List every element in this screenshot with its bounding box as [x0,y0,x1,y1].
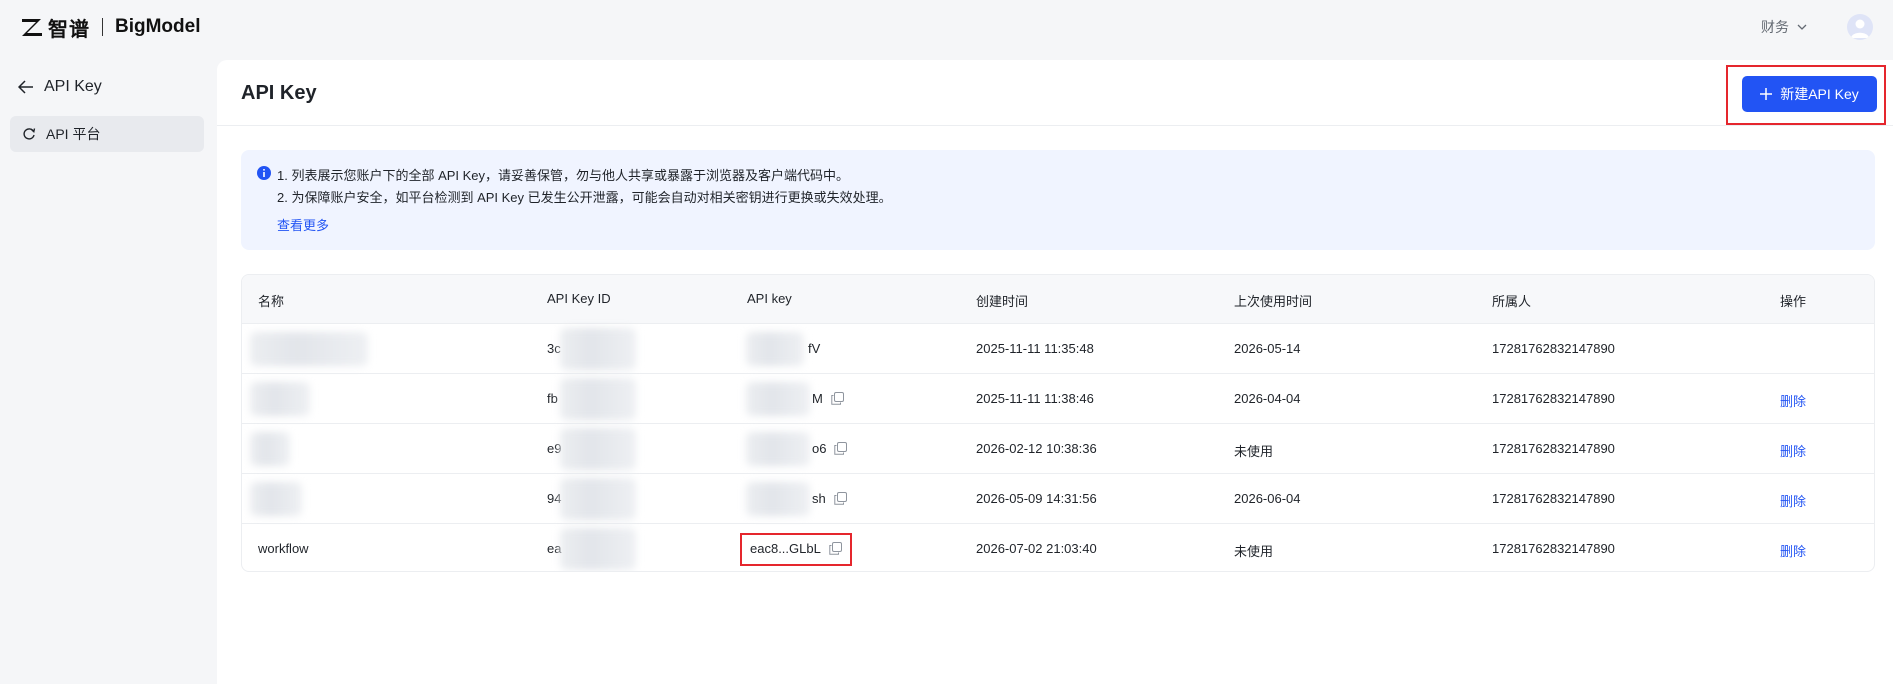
new-api-key-label: 新建API Key [1780,86,1859,102]
cell-created: 2025-11-11 11:35:48 [976,341,1094,356]
refresh-icon [23,128,36,140]
chevron-down-icon [1797,24,1807,30]
header-owner: 所属人 [1492,294,1532,309]
header-actions: 操作 [1780,294,1807,309]
brand-divider [102,18,103,36]
cell-api-key: eac8...GLbL [750,541,842,556]
redacted-api-key [746,432,810,466]
redacted-name [250,432,290,466]
arrow-left-icon [18,80,33,94]
redacted-key-id [560,528,636,570]
api-key-table: 名称 API Key ID API key 创建时间 上次使用时间 所属人 操作… [241,274,1875,572]
user-avatar[interactable] [1847,14,1873,40]
redacted-key-id [560,478,636,520]
sidebar-item-api-platform[interactable]: API 平台 [10,116,204,152]
sidebar-item-label: API 平台 [46,126,101,142]
cell-created: 2026-07-02 21:03:40 [976,541,1097,556]
cell-last-used: 未使用 [1234,544,1274,559]
finance-menu[interactable]: 财务 [1761,17,1807,37]
header-created: 创建时间 [976,294,1029,309]
cell-key-id: 3c [547,341,561,356]
plus-icon [1760,88,1773,100]
redacted-api-key [746,382,810,416]
new-button-highlight: 新建API Key [1726,65,1886,125]
delete-link[interactable]: 删除 [1780,491,1806,510]
redacted-api-key [746,482,810,516]
cell-last-used: 未使用 [1234,444,1274,459]
cell-api-key: o6 [812,441,848,456]
header-name: 名称 [258,294,285,309]
main-panel: API Key 新建API Key 1. 列表展示您账户下的全部 API Key… [217,60,1893,684]
copy-icon[interactable] [834,492,847,505]
finance-label: 财务 [1761,19,1789,35]
cell-api-key: M [812,391,844,406]
back-to-api-key[interactable]: API Key [18,78,102,96]
redacted-api-key [746,332,804,366]
new-api-key-button[interactable]: 新建API Key [1742,76,1877,112]
cell-name: workflow [258,541,309,556]
cell-created: 2026-02-12 10:38:36 [976,441,1097,456]
header-key-id: API Key ID [547,291,611,306]
header-api-key: API key [747,291,792,306]
api-key-text: o6 [812,441,827,456]
page-title: API Key [241,82,317,104]
page-header: API Key 新建API Key [217,60,1893,126]
table-header: 名称 API Key ID API key 创建时间 上次使用时间 所属人 操作 [242,275,1874,324]
zhipu-logo-icon [20,15,44,39]
brand-en-name: BigModel [115,16,201,37]
table-row: fb M 2025-11-11 11:38:46 2026-04-04 1728… [242,374,1874,424]
brand-cn-name: 智谱 [48,18,90,41]
user-icon [1851,19,1869,38]
delete-link[interactable]: 删除 [1780,541,1806,560]
table-row: 94 sh 2026-05-09 14:31:56 2026-06-04 172… [242,474,1874,524]
delete-link[interactable]: 删除 [1780,391,1806,410]
brand-logo[interactable]: 智谱 BigModel [20,0,201,54]
redacted-key-id [560,378,636,420]
delete-link[interactable]: 删除 [1780,441,1806,460]
table-row: 3c fV 2025-11-11 11:35:48 2026-05-14 172… [242,324,1874,374]
cell-last-used: 2026-04-04 [1234,391,1301,406]
cell-key-id: fb [547,391,558,406]
top-header: 智谱 BigModel 财务 [0,0,1893,54]
redacted-name [250,332,368,366]
see-more-link[interactable]: 查看更多 [277,215,329,234]
api-key-text: M [812,391,823,406]
notice-line-2: 2. 为保障账户安全，如平台检测到 API Key 已发生公开泄露，可能会自动对… [277,190,892,205]
info-icon [257,166,271,180]
cell-api-key: fV [808,341,821,356]
cell-created: 2026-05-09 14:31:56 [976,491,1097,506]
redacted-name [250,482,302,516]
redacted-name [250,382,310,416]
cell-owner: 17281762832147890 [1492,491,1615,506]
sidebar: API Key API 平台 [0,54,216,684]
api-key-text: eac8...GLbL [750,541,821,556]
header-last-used: 上次使用时间 [1234,294,1313,309]
copy-icon[interactable] [831,392,844,405]
cell-api-key: sh [812,491,847,506]
redacted-key-id [560,328,636,370]
copy-icon[interactable] [829,542,842,555]
api-key-text: sh [812,491,826,506]
cell-owner: 17281762832147890 [1492,341,1615,356]
cell-owner: 17281762832147890 [1492,441,1615,456]
cell-owner: 17281762832147890 [1492,541,1615,556]
cell-created: 2025-11-11 11:38:46 [976,391,1094,406]
copy-icon[interactable] [834,442,848,455]
cell-owner: 17281762832147890 [1492,391,1615,406]
cell-last-used: 2026-05-14 [1234,341,1301,356]
redacted-key-id [560,428,636,470]
cell-last-used: 2026-06-04 [1234,491,1301,506]
info-notice: 1. 列表展示您账户下的全部 API Key，请妥善保管，勿与他人共享或暴露于浏… [241,150,1875,250]
table-row: e9 o6 2026-02-12 10:38:36 未使用 1728176283… [242,424,1874,474]
back-label: API Key [44,78,102,95]
notice-line-1: 1. 列表展示您账户下的全部 API Key，请妥善保管，勿与他人共享或暴露于浏… [277,168,850,183]
table-row: workflow ea eac8...GLbL 2026-07-02 21:03… [242,524,1874,571]
